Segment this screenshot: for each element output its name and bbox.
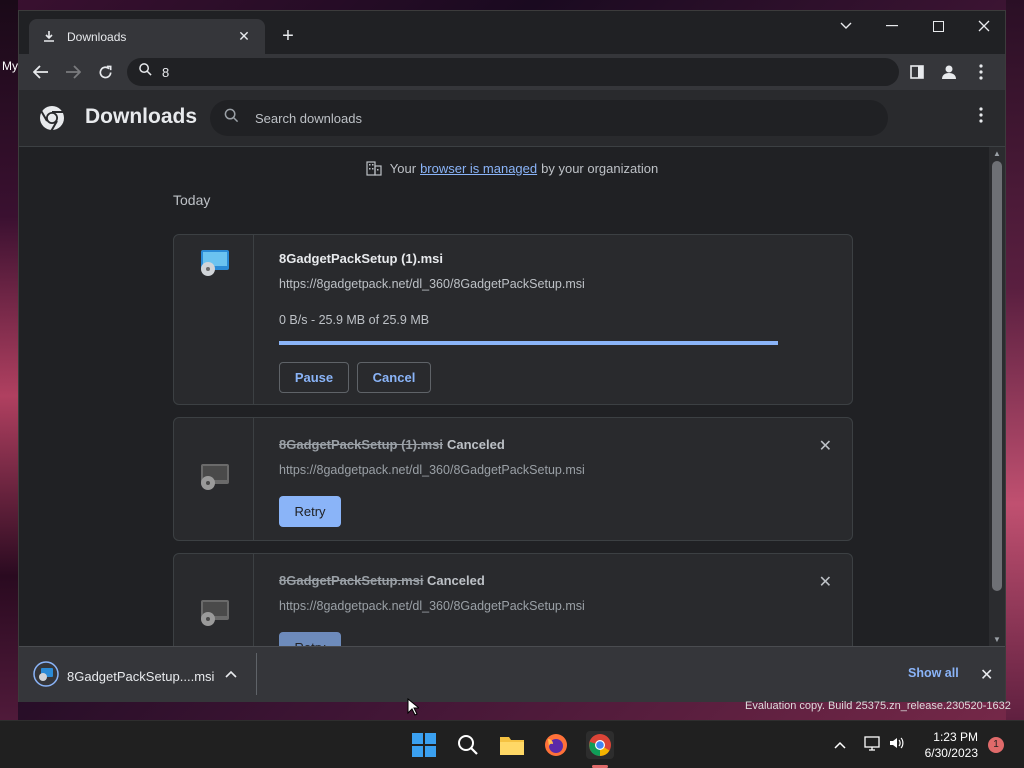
tab-title: Downloads [67, 29, 127, 44]
show-all-link[interactable]: Show all [908, 666, 959, 680]
notification-badge[interactable]: 1 [988, 737, 1004, 753]
network-icon[interactable] [864, 735, 880, 756]
downloads-page: Downloads Your browser is managed by you… [19, 90, 1005, 666]
download-filename: 8GadgetPackSetup (1).msi [279, 437, 443, 452]
maximize-icon[interactable] [915, 11, 961, 41]
taskbar: 1:23 PM 6/30/2023 1 [0, 720, 1024, 768]
installer-file-icon [198, 463, 230, 496]
address-bar[interactable] [127, 58, 899, 86]
evaluation-watermark: Evaluation copy. Build 25375.zn_release.… [745, 700, 1011, 712]
building-icon [366, 160, 382, 176]
search-downloads-input[interactable] [255, 110, 855, 126]
search-icon [139, 63, 152, 81]
volume-icon[interactable] [888, 735, 904, 756]
profile-icon[interactable] [935, 58, 963, 86]
managed-suffix: by your organization [541, 160, 659, 176]
side-panel-icon[interactable] [903, 58, 931, 86]
managed-prefix: Your [389, 160, 417, 176]
download-url[interactable]: https://8gadgetpack.net/dl_360/8GadgetPa… [279, 277, 585, 291]
installer-file-icon [33, 661, 59, 692]
retry-button[interactable]: Retry [279, 496, 341, 527]
taskbar-search-icon[interactable] [454, 731, 482, 759]
remove-item-icon[interactable]: ✕ [819, 572, 832, 592]
file-explorer-icon[interactable] [498, 731, 526, 759]
managed-notice: Your browser is managed by your organiza… [19, 160, 1005, 176]
managed-link[interactable]: browser is managed [420, 161, 537, 176]
desktop-background-left [0, 0, 18, 720]
download-url[interactable]: https://8gadgetpack.net/dl_360/8GadgetPa… [279, 463, 585, 477]
tab-strip: Downloads ✕ + [19, 11, 1005, 54]
downloads-header: Downloads [19, 90, 1005, 147]
back-arrow-icon[interactable] [27, 58, 55, 86]
clock-date: 6/30/2023 [924, 746, 978, 760]
desktop-background-right [1006, 0, 1024, 720]
tab-search-chevron-icon[interactable] [823, 11, 869, 41]
tab-close-icon[interactable]: ✕ [235, 28, 253, 45]
reload-icon[interactable] [91, 58, 119, 86]
search-icon [224, 108, 239, 128]
chrome-logo-icon [39, 105, 65, 136]
installer-file-icon [198, 599, 230, 632]
clock-time: 1:23 PM [933, 730, 978, 744]
browser-toolbar [19, 54, 1005, 90]
forward-arrow-icon[interactable] [59, 58, 87, 86]
windows-start-icon[interactable] [410, 731, 438, 759]
download-item: 8GadgetPackSetup (1).msi Canceled ✕ http… [173, 417, 853, 541]
remove-item-icon[interactable]: ✕ [819, 436, 832, 456]
download-progress-text: 0 B/s - 25.9 MB of 25.9 MB [279, 313, 430, 327]
browser-menu-icon[interactable] [967, 58, 995, 86]
pause-button[interactable]: Pause [279, 362, 349, 393]
close-window-icon[interactable] [961, 11, 1007, 41]
download-url[interactable]: https://8gadgetpack.net/dl_360/8GadgetPa… [279, 599, 585, 613]
address-input[interactable] [162, 64, 862, 80]
scroll-thumb[interactable] [992, 161, 1002, 591]
show-hidden-icons-chevron-icon[interactable] [834, 736, 846, 754]
search-downloads-box[interactable] [210, 100, 888, 136]
minimize-icon[interactable] [869, 11, 915, 41]
scroll-up-arrow-icon[interactable]: ▲ [992, 149, 1002, 158]
cancel-button[interactable]: Cancel [357, 362, 431, 393]
download-item: 8GadgetPackSetup (1).msi https://8gadget… [173, 234, 853, 405]
browser-window: Downloads ✕ + 8 Downloads Search downloa… [18, 10, 1006, 702]
download-shelf: 8GadgetPackSetup....msi Show all ✕ [19, 646, 1005, 702]
download-status: Canceled [427, 573, 485, 588]
download-filename[interactable]: 8GadgetPackSetup (1).msi [279, 251, 443, 266]
download-icon [41, 29, 57, 45]
new-tab-button[interactable]: + [277, 25, 299, 47]
firefox-icon[interactable] [542, 731, 570, 759]
section-heading-today: Today [173, 192, 211, 208]
shelf-download-item[interactable]: 8GadgetPackSetup....msi [33, 661, 214, 692]
chevron-up-icon[interactable] [225, 665, 237, 683]
tab-downloads[interactable]: Downloads ✕ [29, 19, 265, 54]
shelf-item-name: 8GadgetPackSetup....msi [67, 669, 215, 684]
mouse-cursor-icon [407, 697, 421, 721]
scroll-down-arrow-icon[interactable]: ▼ [992, 635, 1002, 644]
more-options-icon[interactable] [979, 107, 983, 128]
installer-file-icon[interactable] [198, 249, 230, 282]
desktop-icon-label[interactable]: My [2, 59, 18, 73]
close-shelf-icon[interactable]: ✕ [980, 665, 993, 685]
page-title: Downloads [85, 105, 198, 128]
scrollbar[interactable]: ▲ ▼ [989, 147, 1005, 646]
system-clock[interactable]: 1:23 PM 6/30/2023 [918, 729, 978, 761]
download-filename: 8GadgetPackSetup.msi [279, 573, 424, 588]
download-status: Canceled [447, 437, 505, 452]
download-progress-bar [279, 341, 778, 345]
chrome-taskbar-icon[interactable] [586, 731, 614, 759]
